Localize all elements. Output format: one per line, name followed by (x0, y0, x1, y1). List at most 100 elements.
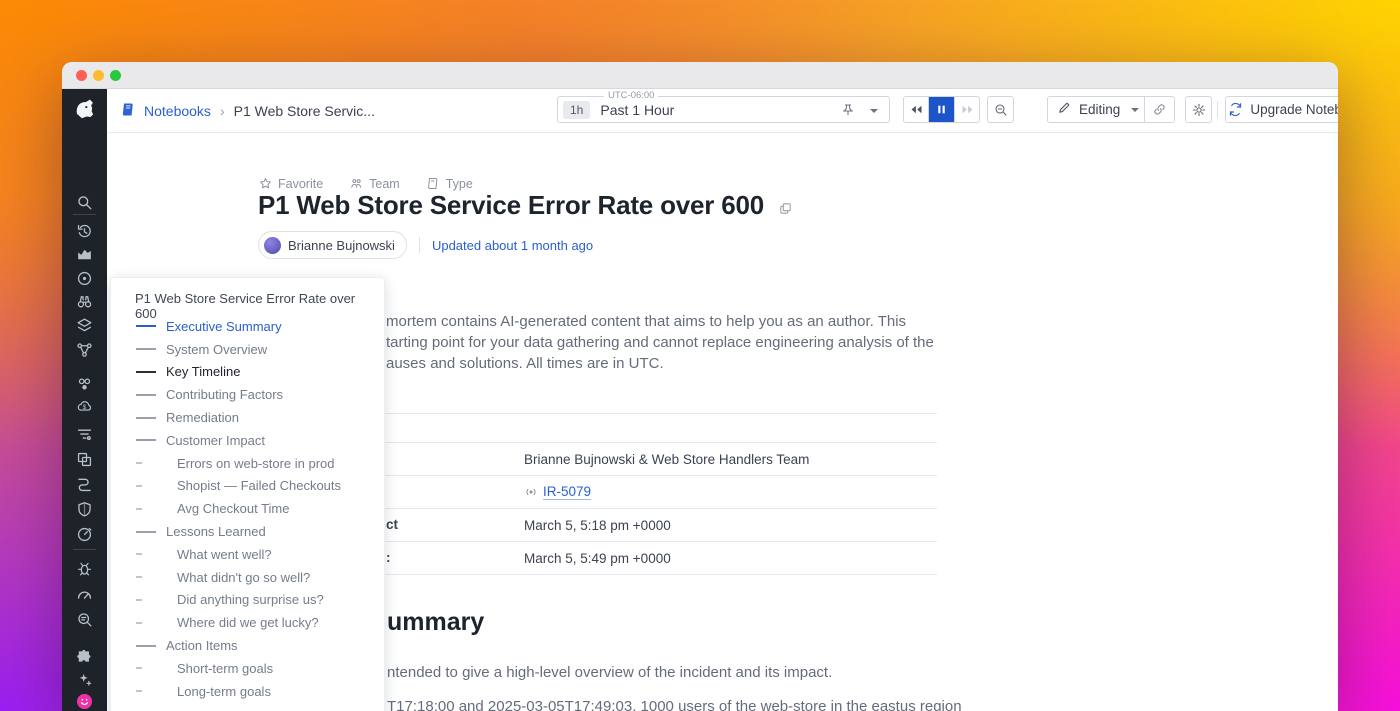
zoom-window-button[interactable] (110, 70, 121, 81)
intro-line: auses and solutions. All times are in UT… (386, 353, 664, 374)
gear-icon (1191, 102, 1207, 118)
toc-item[interactable]: System Overview (111, 338, 384, 361)
table-row (345, 414, 937, 443)
settings-button[interactable] (1185, 96, 1212, 123)
bug-icon[interactable] (75, 559, 94, 578)
security-shield-icon[interactable] (75, 500, 94, 519)
quality-gauge-icon[interactable] (75, 585, 94, 604)
layers-icon[interactable] (75, 316, 94, 335)
integrations-puzzle-icon[interactable] (75, 647, 94, 666)
pipelines-icon[interactable] (75, 475, 94, 494)
toc-item[interactable]: Action Items (111, 634, 384, 657)
toc-dash-icon (136, 394, 156, 396)
forward-button[interactable] (954, 96, 979, 123)
toc-item[interactable]: Remediation (111, 406, 384, 429)
author-avatar (264, 237, 281, 254)
section-heading: ummary (387, 608, 484, 637)
table-of-contents-panel: P1 Web Store Service Error Rate over 600… (110, 277, 385, 711)
close-window-button[interactable] (76, 70, 87, 81)
toc-dash-icon (136, 622, 142, 624)
toc-item[interactable]: Customer Impact (111, 429, 384, 452)
network-map-icon[interactable] (75, 341, 94, 360)
toc-dash-icon (136, 508, 142, 510)
hive-dots-icon[interactable] (75, 375, 94, 394)
watchdog-icon[interactable] (75, 269, 94, 288)
table-row: : March 5, 5:49 pm +0000 (345, 542, 937, 575)
author-pill[interactable]: Brianne Bujnowski (258, 231, 407, 259)
toc-item[interactable]: Long-term goals (111, 680, 384, 703)
search-icon[interactable] (75, 193, 94, 212)
toc-dash-icon (136, 553, 142, 555)
toc-item[interactable]: What didn't go so well? (111, 566, 384, 589)
toc-dash-icon (136, 531, 156, 533)
summary-line: ntended to give a high-level overview of… (387, 662, 832, 683)
toc-item[interactable]: What went well? (111, 543, 384, 566)
toc-list: Executive Summary System Overview Key Ti… (111, 315, 384, 703)
apm-binoculars-icon[interactable] (75, 292, 94, 311)
pause-button[interactable] (929, 96, 954, 123)
breadcrumb-notebooks-link[interactable]: Notebooks (144, 103, 211, 119)
time-range-selector[interactable]: UTC-06:00 1h Past 1 Hour (557, 96, 890, 123)
logs-funnel-icon[interactable] (75, 425, 94, 444)
table-row-label: : (386, 542, 391, 574)
incident-icon (524, 485, 538, 499)
toc-item[interactable]: Short-term goals (111, 657, 384, 680)
upgrade-notebook-button[interactable]: Upgrade Notebook (1225, 96, 1338, 123)
copy-link-button[interactable] (1144, 97, 1174, 122)
toc-dash-icon (136, 667, 142, 669)
toc-item[interactable]: Key Timeline (111, 361, 384, 384)
datadog-logo-icon[interactable] (72, 97, 98, 123)
zoom-out-button[interactable] (987, 96, 1014, 123)
rewind-button[interactable] (904, 96, 929, 123)
toc-dash-icon (136, 417, 156, 419)
software-catalog-icon[interactable] (75, 450, 94, 469)
playback-controls (903, 96, 980, 123)
table-row-label: ct (386, 509, 398, 541)
meta-divider (419, 237, 420, 253)
user-avatar[interactable] (75, 692, 94, 711)
toc-item[interactable]: Where did we get lucky? (111, 611, 384, 634)
updated-link[interactable]: Updated about 1 month ago (432, 238, 593, 253)
table-row-value: March 5, 5:49 pm +0000 (524, 542, 671, 574)
toc-dash-icon (136, 645, 156, 647)
editing-caret-icon (1131, 108, 1139, 112)
toc-item[interactable]: Avg Checkout Time (111, 497, 384, 520)
header-divider (1217, 101, 1218, 118)
cloud-cost-icon[interactable]: $ (75, 397, 94, 416)
table-row: ct March 5, 5:18 pm +0000 (345, 509, 937, 542)
metrics-chart-icon[interactable] (75, 245, 94, 264)
timezone-label: UTC-06:00 (604, 90, 658, 101)
copy-title-icon[interactable] (778, 192, 793, 223)
toc-dash-icon (136, 371, 156, 373)
incident-metadata-table: Brianne Bujnowski & Web Store Handlers T… (345, 413, 937, 575)
breadcrumb-current-page: P1 Web Store Servic... (234, 103, 375, 119)
pin-timeframe-icon[interactable] (840, 102, 856, 123)
toc-dash-icon (136, 348, 156, 350)
time-dropdown-caret-icon[interactable] (870, 109, 878, 113)
toc-item[interactable]: Executive Summary (111, 315, 384, 338)
toc-dash-icon (136, 576, 142, 578)
toc-item[interactable]: Shopist — Failed Checkouts (111, 475, 384, 498)
table-row-value: March 5, 5:18 pm +0000 (524, 509, 671, 541)
toc-item[interactable]: Errors on web-store in prod (111, 452, 384, 475)
refresh-icon (1228, 102, 1243, 117)
breadcrumb: Notebooks › P1 Web Store Servic... (120, 89, 375, 132)
page-title: P1 Web Store Service Error Rate over 600 (258, 190, 764, 221)
investigate-search-icon[interactable] (75, 610, 94, 629)
window-titlebar (62, 62, 1338, 89)
sidebar-divider (73, 549, 96, 550)
toc-item[interactable]: Did anything surprise us? (111, 589, 384, 612)
intro-line: mortem contains AI-generated content tha… (386, 311, 906, 332)
incident-link[interactable]: IR-5079 (543, 484, 591, 500)
toc-item[interactable]: Contributing Factors (111, 383, 384, 406)
ai-sparkle-icon[interactable] (75, 670, 94, 689)
pencil-icon (1057, 100, 1072, 120)
svg-text:$: $ (83, 404, 87, 411)
time-range-chip[interactable]: 1h (563, 101, 590, 119)
toc-item[interactable]: Lessons Learned (111, 520, 384, 543)
service-management-icon[interactable] (75, 525, 94, 544)
history-icon[interactable] (75, 222, 94, 241)
minimize-window-button[interactable] (93, 70, 104, 81)
editing-mode-dropdown[interactable]: Editing (1048, 97, 1144, 122)
table-row-value: IR-5079 (524, 476, 591, 508)
